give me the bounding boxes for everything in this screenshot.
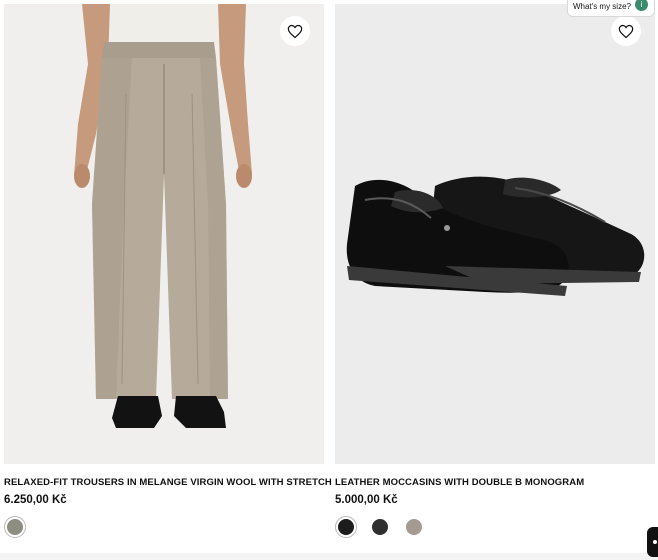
color-dot <box>372 519 388 535</box>
wishlist-button-moccasins[interactable] <box>611 16 641 46</box>
info-icon: i <box>635 0 648 11</box>
product-image-trousers[interactable] <box>4 4 324 464</box>
heart-outline-icon <box>618 24 634 38</box>
color-swatch-dark-grey[interactable] <box>369 516 391 538</box>
footer-divider <box>0 553 658 560</box>
color-swatch-black[interactable] <box>335 516 357 538</box>
product-card-trousers[interactable]: RELAXED-FIT TROUSERS IN MELANGE VIRGIN W… <box>4 4 332 538</box>
color-swatch-taupe[interactable] <box>4 516 26 538</box>
color-dot <box>406 519 422 535</box>
product-card-moccasins[interactable]: LEATHER MOCCASINS WITH DOUBLE B MONOGRAM… <box>335 4 655 538</box>
product-title[interactable]: LEATHER MOCCASINS WITH DOUBLE B MONOGRAM <box>335 477 655 488</box>
color-swatches <box>4 516 324 538</box>
heart-outline-icon <box>287 24 303 38</box>
size-helper-button[interactable]: What's my size? i <box>567 0 655 17</box>
product-image-moccasins[interactable] <box>335 4 655 464</box>
color-dot <box>7 519 23 535</box>
wishlist-button-trousers[interactable] <box>280 16 310 46</box>
product-title[interactable]: RELAXED-FIT TROUSERS IN MELANGE VIRGIN W… <box>4 477 332 488</box>
color-dot <box>338 519 354 535</box>
product-price: 5.000,00 Kč <box>335 494 398 506</box>
color-swatches <box>335 516 655 538</box>
moccasins-photo <box>335 4 655 464</box>
trousers-photo <box>4 4 324 464</box>
chat-icon[interactable] <box>647 527 658 557</box>
product-grid: RELAXED-FIT TROUSERS IN MELANGE VIRGIN W… <box>0 0 658 560</box>
color-swatch-taupe[interactable] <box>403 516 425 538</box>
product-price: 6.250,00 Kč <box>4 494 67 506</box>
size-helper-label: What's my size? <box>573 2 631 11</box>
